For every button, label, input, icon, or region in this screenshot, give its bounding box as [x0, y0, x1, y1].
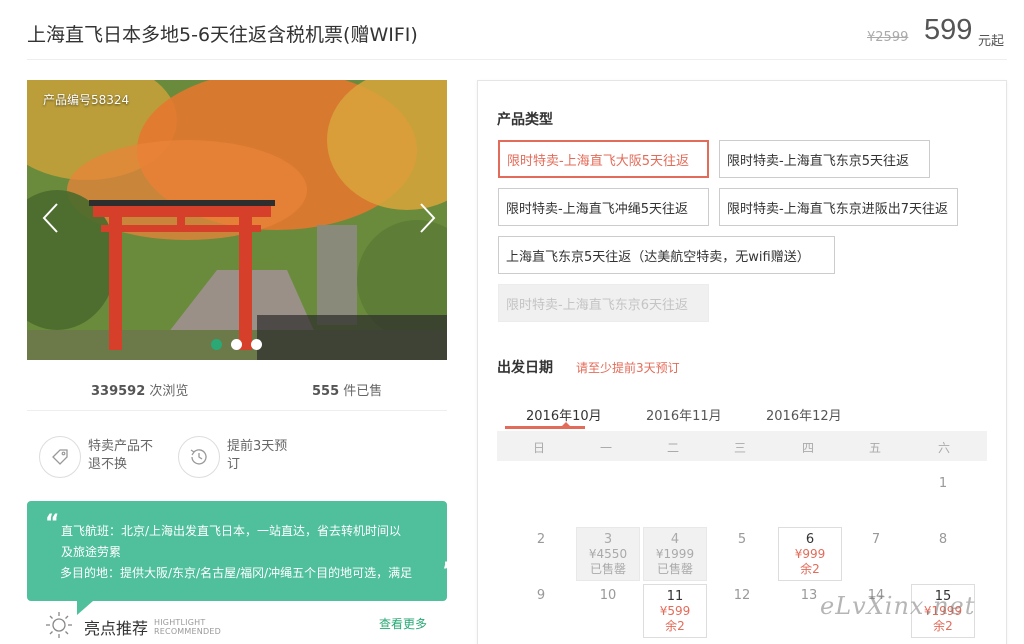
day-number: 7	[871, 532, 881, 547]
sold-label: 件已售	[343, 384, 383, 399]
history-clock-icon	[178, 436, 220, 478]
sold-count: 555	[312, 384, 340, 399]
product-type-option[interactable]: 限时特卖-上海直飞大阪5天往返	[498, 140, 709, 178]
calendar-day: 5	[727, 528, 757, 582]
carousel-dot[interactable]	[231, 339, 242, 350]
day-status: 余2	[800, 562, 820, 576]
day-number: 10	[599, 588, 617, 603]
day-status: 已售罄	[656, 562, 693, 576]
highlights-subtitle-line: HIGHTLIGHT	[154, 618, 206, 627]
day-price: ¥599	[659, 604, 691, 618]
open-quote-icon: “	[45, 511, 60, 536]
weekday-label: 日	[532, 441, 545, 455]
day-status: 余2	[933, 619, 953, 633]
site-watermark: eLvXinx.net	[820, 592, 976, 620]
day-status: 已售罄	[589, 562, 626, 576]
highlights-header: 亮点推荐 HIGHTLIGHT RECOMMENDED	[44, 610, 221, 644]
current-price: 599	[924, 14, 973, 46]
see-more-link[interactable]: 查看更多	[379, 615, 427, 632]
sold-stat: 555 件已售	[312, 380, 382, 399]
day-number: 4	[670, 532, 680, 547]
views-label: 次浏览	[149, 384, 189, 399]
quote-line: 及旅途劳累	[61, 545, 122, 559]
weekday-header: 日 一 二 三 四 五 六	[497, 431, 987, 461]
tag-icon	[39, 436, 81, 478]
feature-label: 特卖产品不退不换	[88, 439, 154, 472]
quote-line: 直飞航班：北京/上海出发直飞日本，一站直达，省去转机时间以	[61, 524, 402, 538]
header-divider	[27, 59, 1007, 60]
day-number: 8	[938, 532, 948, 547]
views-stat: 339592 次浏览	[91, 380, 188, 399]
carousel-dots	[211, 339, 262, 350]
booking-note: 请至少提前3天预订	[576, 361, 680, 375]
sun-icon	[44, 610, 74, 644]
calendar-day-soldout: 3 ¥4550 已售罄	[576, 527, 640, 581]
day-number: 3	[603, 532, 613, 547]
carousel-dot[interactable]	[251, 339, 262, 350]
day-number: 5	[737, 532, 747, 547]
product-photo-carousel: 产品编号58324	[27, 80, 447, 360]
calendar-day: 7	[861, 528, 891, 582]
calendar-day-available[interactable]: 6 ¥999 余2	[778, 527, 842, 581]
day-price: ¥1999	[655, 547, 695, 561]
product-stats: 339592 次浏览 555 件已售	[27, 372, 447, 402]
price-unit: 元起	[978, 34, 1005, 49]
booking-panel: 产品类型 限时特卖-上海直飞大阪5天往返 限时特卖-上海直飞东京5天往返 限时特…	[477, 80, 1007, 644]
day-number: 11	[666, 589, 684, 604]
weekday-label: 四	[801, 441, 814, 455]
day-price: ¥4550	[588, 547, 628, 561]
day-number: 12	[733, 588, 751, 603]
calendar-day-soldout: 4 ¥1999 已售罄	[643, 527, 707, 581]
product-type-option[interactable]: 限时特卖-上海直飞冲绳5天往返	[498, 188, 709, 226]
highlights-subtitle-line: RECOMMENDED	[154, 627, 221, 636]
calendar-day: 1	[928, 472, 958, 526]
stats-divider	[27, 410, 447, 411]
weekday-label: 一	[599, 441, 612, 455]
highlights-subtitle: HIGHTLIGHT RECOMMENDED	[154, 618, 221, 636]
product-type-heading: 产品类型	[497, 112, 553, 128]
tab-month[interactable]: 2016年11月	[646, 405, 722, 424]
original-price: ¥2599	[867, 30, 909, 45]
page-title: 上海直飞日本多地5-6天往返含税机票(赠WIFI)	[27, 24, 418, 46]
feature-book-ahead: 提前3天预订	[178, 436, 293, 478]
weekday-label: 五	[868, 441, 881, 455]
carousel-next-arrow-icon[interactable]	[415, 200, 439, 236]
product-intro-quote: “ 直飞航班：北京/上海出发直飞日本，一站直达，省去转机时间以 及旅途劳累 多目…	[27, 501, 456, 615]
day-number: 9	[536, 588, 546, 603]
product-type-option[interactable]: 上海直飞东京5天往返（达美航空特卖，无wifi赠送）	[498, 236, 835, 274]
tab-month[interactable]: 2016年12月	[766, 405, 842, 424]
feature-no-refund: 特卖产品不退不换	[39, 436, 154, 478]
day-status: 余2	[665, 619, 685, 633]
feature-label: 提前3天预订	[227, 439, 288, 472]
calendar-day: 2	[526, 528, 556, 582]
weekday-label: 六	[937, 441, 950, 455]
day-number: 6	[805, 532, 815, 547]
product-type-option: 限时特卖-上海直飞东京6天往返	[498, 284, 709, 322]
day-number: 1	[938, 476, 948, 491]
calendar-day: 10	[593, 584, 623, 638]
calendar-day: 9	[526, 584, 556, 638]
quote-line: 多目的地：提供大阪/东京/名古屋/福冈/冲绳五个目的地可选，满足	[60, 566, 413, 580]
views-count: 339592	[91, 384, 146, 399]
product-type-option[interactable]: 限时特卖-上海直飞东京进阪出7天往返	[719, 188, 958, 226]
active-month-indicator	[505, 426, 585, 429]
close-quote-icon: ”	[442, 559, 457, 584]
product-type-option[interactable]: 限时特卖-上海直飞东京5天往返	[719, 140, 930, 178]
calendar-day-available[interactable]: 11 ¥599 余2	[643, 584, 707, 638]
product-code: 产品编号58324	[43, 93, 130, 107]
active-month-caret-icon	[562, 422, 570, 426]
departure-date-heading: 出发日期	[497, 360, 553, 376]
scenery-photo	[27, 80, 447, 360]
calendar-day: 12	[727, 584, 757, 638]
carousel-dot[interactable]	[211, 339, 222, 350]
day-number: 2	[536, 532, 546, 547]
weekday-label: 二	[666, 441, 679, 455]
day-price: ¥999	[794, 547, 826, 561]
calendar-day: 8	[928, 528, 958, 582]
carousel-prev-arrow-icon[interactable]	[39, 200, 63, 236]
weekday-label: 三	[733, 441, 746, 455]
highlights-title: 亮点推荐	[84, 619, 149, 638]
